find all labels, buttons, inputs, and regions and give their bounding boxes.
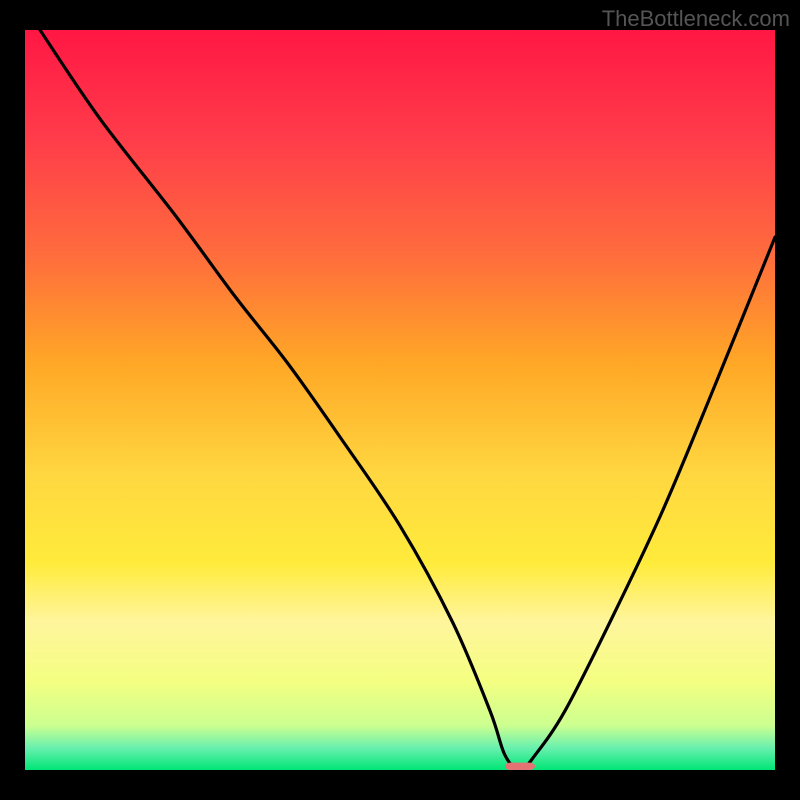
- bottleneck-chart: [0, 0, 800, 800]
- watermark-text: TheBottleneck.com: [602, 6, 790, 32]
- chart-container: TheBottleneck.com: [0, 0, 800, 800]
- optimal-marker: [505, 763, 535, 770]
- chart-background: [25, 30, 775, 770]
